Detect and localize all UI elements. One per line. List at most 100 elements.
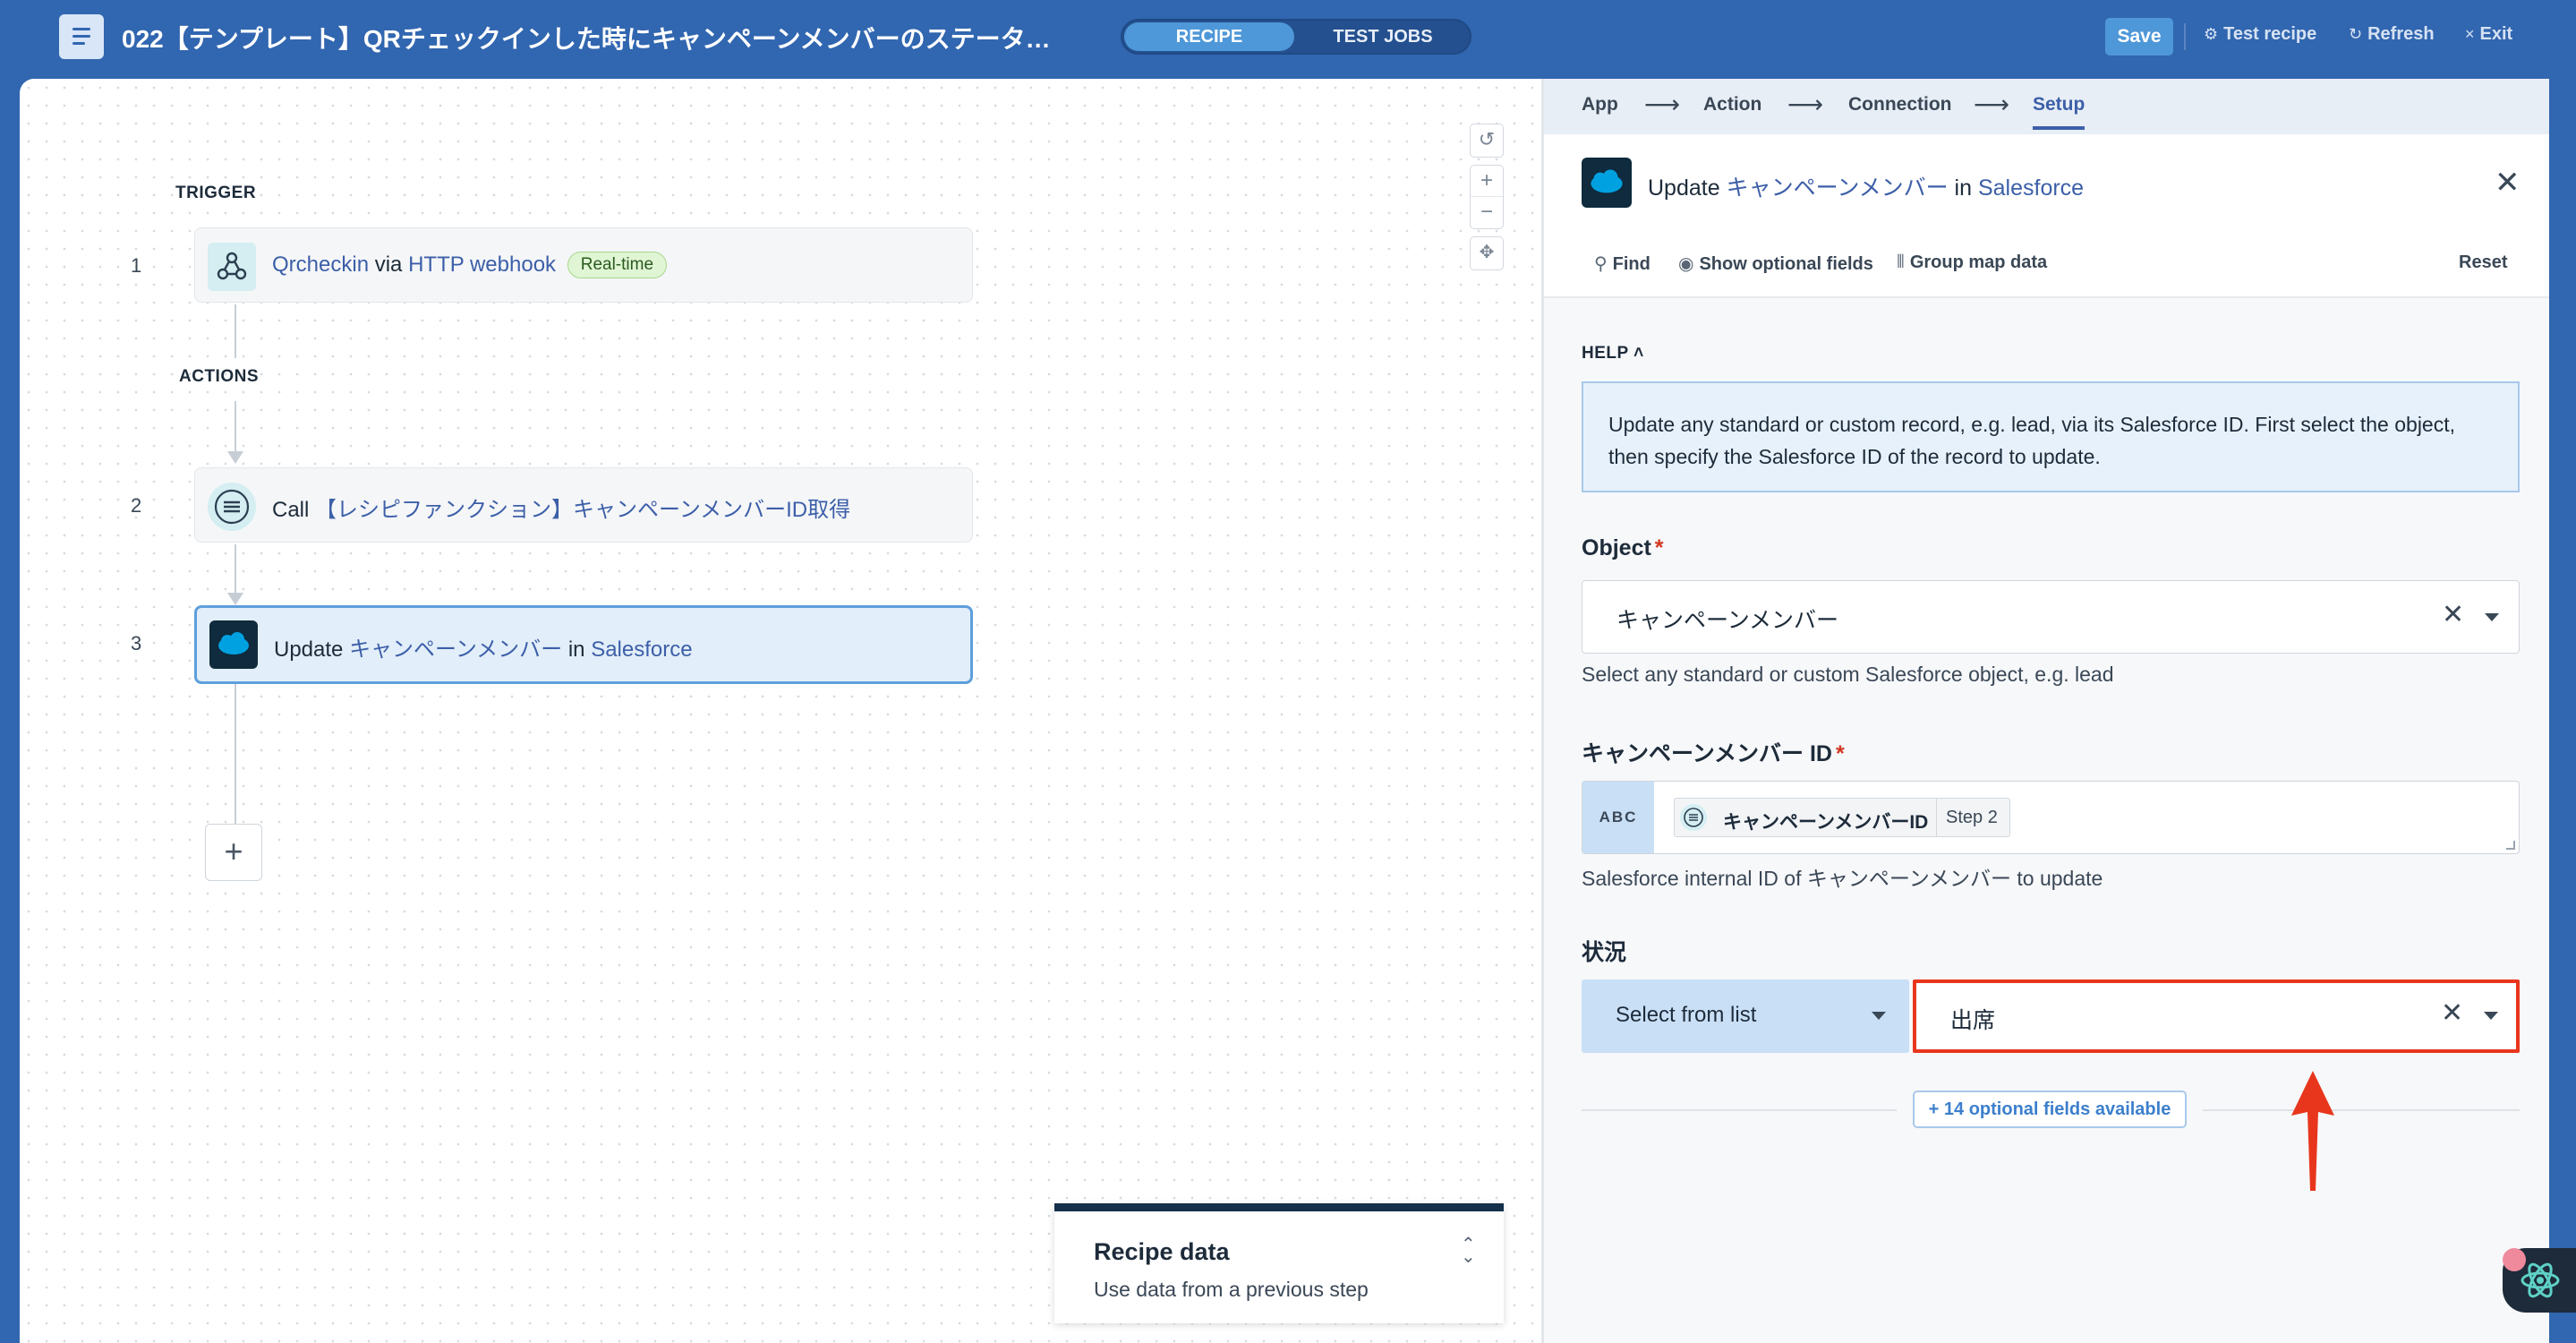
refresh-link[interactable]: ↻ Refresh [2349, 24, 2435, 45]
object-label-text: Object [1582, 535, 1651, 560]
step-card-call[interactable]: Call 【レシピファンクション】キャンペーンメンバーID取得 [194, 467, 973, 543]
eye-icon: ◉ [1678, 254, 1694, 274]
step-1-app: Qrcheckin [272, 252, 370, 277]
type-tag: ABC [1582, 782, 1654, 853]
recipe-title[interactable]: 022【テンプレート】QRチェックインした時にキャンペーンメンバーのステータ… [122, 20, 1051, 56]
reset-button[interactable]: Reset [2459, 252, 2507, 273]
divider-line [1582, 1109, 1897, 1111]
salesforce-icon [209, 620, 258, 669]
step-1-connector: via [374, 252, 403, 277]
save-button[interactable]: Save [2105, 18, 2173, 56]
status-select[interactable]: 出席 ✕ [1913, 979, 2520, 1053]
input-mode-value: Select from list [1616, 1003, 1757, 1027]
step-card-update[interactable]: Update キャンペーンメンバー in Salesforce [194, 605, 973, 684]
zoom-out-button[interactable]: − [1471, 196, 1503, 227]
step-number: 3 [131, 632, 142, 654]
step-2-verb: Call [272, 498, 310, 522]
crumb-connection[interactable]: Connection [1848, 94, 1952, 115]
tab-test-jobs[interactable]: TEST JOBS [1298, 22, 1468, 51]
trigger-section-label: TRIGGER [175, 184, 257, 202]
panel-header: App ⟶ Action ⟶ Connection ⟶ Setup Update… [1544, 79, 2549, 298]
crumb-app[interactable]: App [1582, 94, 1618, 115]
required-marker: * [1654, 535, 1664, 560]
datapill-label: キャンペーンメンバーID [1723, 812, 1929, 833]
crumb-action[interactable]: Action [1703, 94, 1761, 115]
exit-label: Exit [2479, 24, 2513, 44]
object-select[interactable]: キャンペーンメンバー ✕ [1582, 580, 2520, 654]
close-panel-icon[interactable]: ✕ [2495, 165, 2521, 201]
help-label: HELP [1582, 344, 1629, 363]
exit-link[interactable]: × Exit [2465, 24, 2512, 45]
panel-title-object: キャンペーンメンバー [1726, 175, 1949, 201]
resize-handle[interactable] [2506, 841, 2515, 850]
chevron-down-icon[interactable] [2484, 1012, 2498, 1020]
clear-icon[interactable]: ✕ [2441, 997, 2463, 1029]
find-button[interactable]: ⚲ Find [1594, 252, 1651, 275]
help-text: Update any standard or custom record, e.… [1608, 413, 2455, 468]
rotate-icon: ↺ [1478, 128, 1496, 150]
id-field-hint: Salesforce internal ID of キャンペーンメンバー to … [1582, 867, 2103, 890]
refresh-label: Refresh [2367, 24, 2435, 44]
connector-line [235, 684, 236, 824]
step-number: 2 [131, 494, 142, 517]
arrow-right-icon: ⟶ [1644, 90, 1681, 118]
toolbar-divider [2184, 23, 2186, 50]
step-2-target: 【レシピファンクション】キャンペーンメンバーID取得 [315, 498, 851, 522]
connector-arrow [227, 451, 243, 464]
fit-view-button[interactable]: ✥ [1470, 236, 1504, 270]
help-toggle[interactable]: HELP ˄ [1582, 344, 1644, 364]
connector-arrow [227, 593, 243, 605]
gear-icon: ⚙ [2204, 25, 2219, 43]
tab-recipe[interactable]: RECIPE [1124, 22, 1294, 51]
group-map-data-button[interactable]: ⦀ Group map data [1897, 252, 2047, 273]
recipe-data-title: Recipe data [1094, 1238, 1230, 1265]
zoom-controls: + − [1470, 165, 1504, 229]
step-card-trigger[interactable]: Qrcheckin via HTTP webhook Real-time [194, 227, 973, 303]
panel-title-app: Salesforce [1977, 175, 2085, 201]
reset-view-button[interactable]: ↺ [1470, 124, 1504, 158]
zoom-in-button[interactable]: + [1471, 166, 1503, 196]
id-label-text: キャンペーンメンバー ID [1582, 741, 1832, 766]
find-label: Find [1612, 254, 1651, 274]
group-icon: ⦀ [1897, 252, 1905, 272]
connector-line [235, 401, 236, 455]
divider-line [2203, 1109, 2520, 1111]
optional-fields-button[interactable]: + 14 optional fields available [1913, 1091, 2187, 1128]
step-3-connector: in [567, 637, 585, 662]
realtime-badge: Real-time [567, 252, 668, 278]
annotation-arrow-icon [2291, 1071, 2334, 1191]
recipe-data-subtitle: Use data from a previous step [1094, 1278, 1369, 1301]
crumb-setup[interactable]: Setup [2033, 94, 2086, 130]
connector-line [235, 304, 236, 358]
actions-section-label: ACTIONS [179, 367, 259, 386]
close-icon: × [2465, 25, 2475, 43]
chevron-down-icon[interactable] [1872, 1012, 1886, 1020]
mode-toggle: RECIPE TEST JOBS [1121, 19, 1471, 55]
salesforce-icon [1582, 158, 1632, 208]
object-select-value: キャンペーンメンバー [1616, 608, 1839, 633]
expand-icon[interactable]: ⌃ ⌄ [1461, 1236, 1476, 1266]
test-recipe-link[interactable]: ⚙ Test recipe [2204, 24, 2316, 45]
show-optional-label: Show optional fields [1699, 254, 1873, 274]
panel-title: Update キャンペーンメンバー in Salesforce [1648, 170, 2084, 202]
step-1-target: HTTP webhook [408, 252, 557, 277]
step-number: 1 [131, 254, 142, 277]
test-recipe-label: Test recipe [2223, 24, 2317, 44]
refresh-icon: ↻ [2349, 25, 2363, 43]
datapill-step: Step 2 [1936, 799, 1998, 836]
object-field-label: Object * [1582, 535, 1664, 561]
clear-icon[interactable]: ✕ [2442, 599, 2464, 630]
object-field-hint: Select any standard or custom Salesforce… [1582, 663, 2114, 686]
show-optional-fields-button[interactable]: ◉ Show optional fields [1678, 252, 1873, 275]
add-step-button[interactable]: + [205, 824, 262, 881]
input-mode-select[interactable]: Select from list [1582, 979, 1909, 1053]
status-field-label: 状況 [1582, 940, 1627, 965]
recipe-canvas[interactable]: TRIGGER 1 Qrcheckin via HTTP webhook Rea… [20, 79, 1541, 1343]
assistant-launcher[interactable] [2503, 1248, 2576, 1313]
arrow-right-icon: ⟶ [1974, 90, 2010, 118]
chevron-down-icon[interactable] [2485, 613, 2499, 621]
datapill[interactable]: キャンペーンメンバーID Step 2 [1674, 798, 2010, 837]
recipe-data-panel[interactable]: Recipe data Use data from a previous ste… [1054, 1203, 1504, 1323]
campaign-member-id-input[interactable]: ABC キャンペーンメンバーID Step 2 [1582, 781, 2520, 854]
panel-title-verb: Update [1648, 175, 1720, 201]
